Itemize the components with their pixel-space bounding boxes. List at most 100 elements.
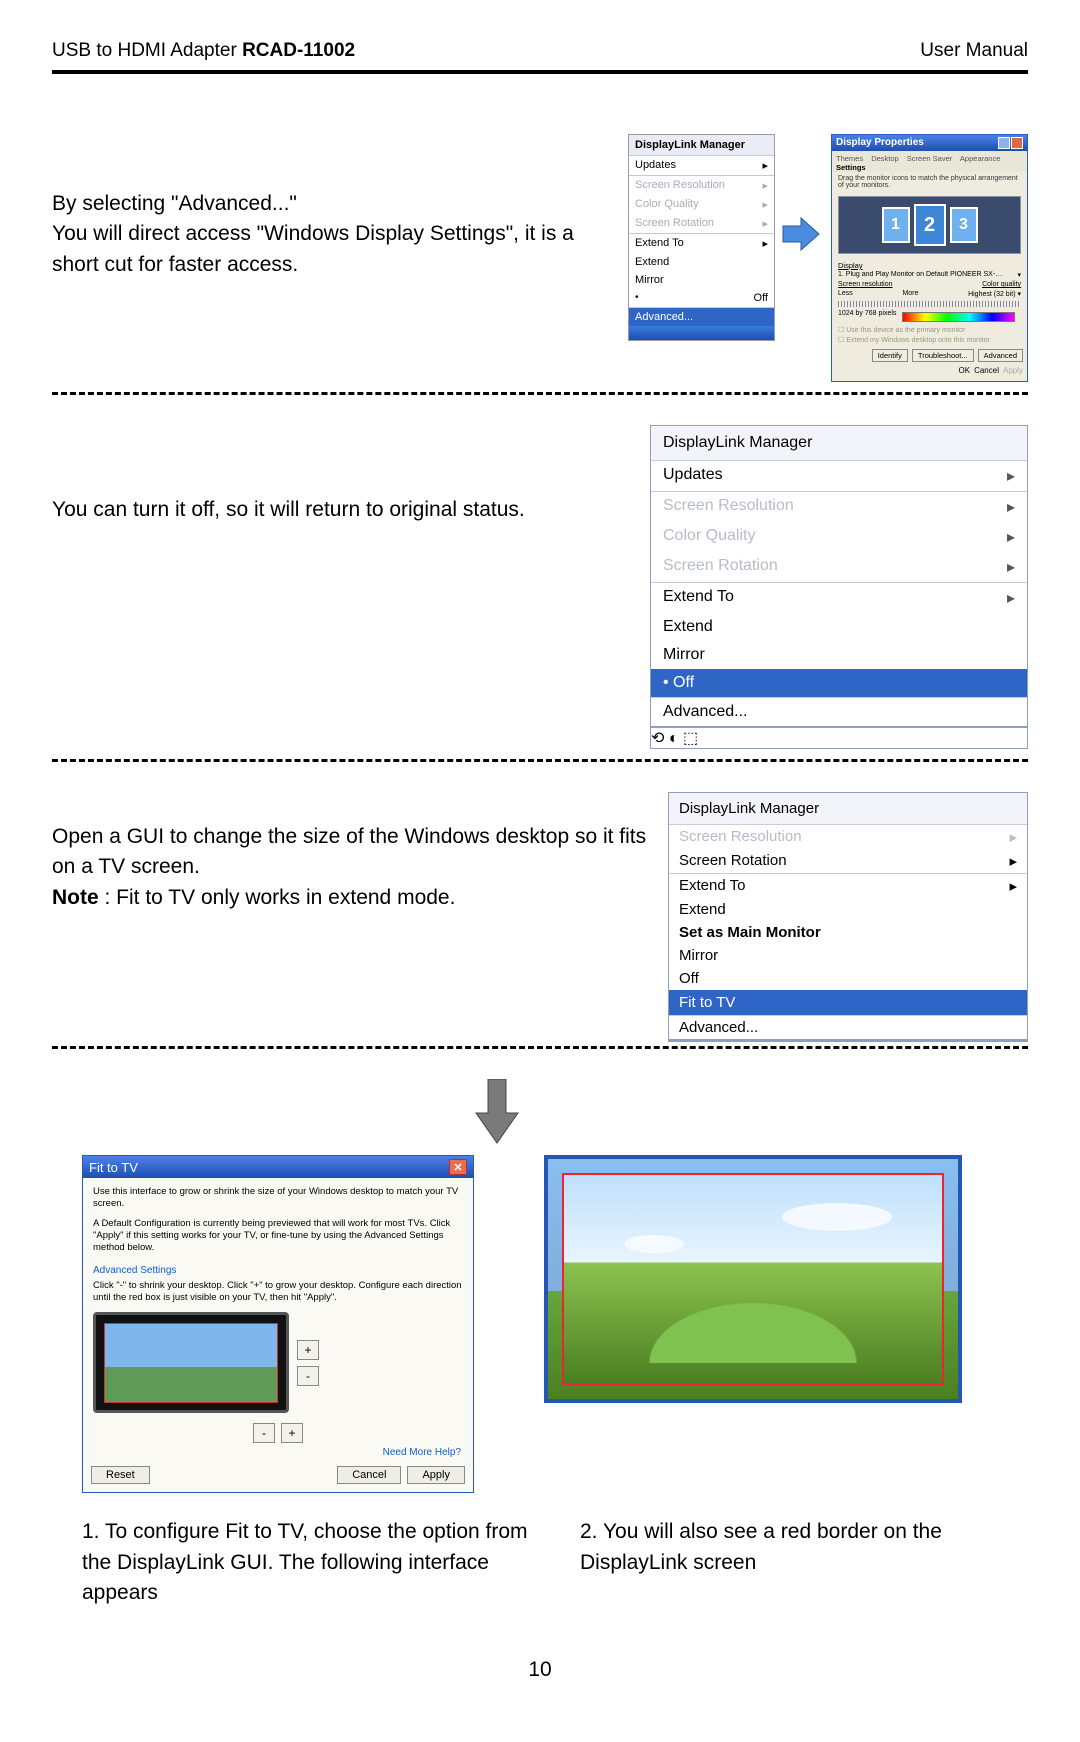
advanced-settings-link[interactable]: Advanced Settings xyxy=(83,1259,473,1278)
tab-desktop[interactable]: Desktop xyxy=(871,154,899,163)
menu-item-updates[interactable]: Updates▸ xyxy=(651,461,1027,491)
cloud-icon xyxy=(782,1203,892,1231)
note-label: Note xyxy=(52,886,99,909)
hill-icon xyxy=(632,1293,874,1363)
tray-icons: ⟲ ◐ ⬚ xyxy=(651,730,698,747)
menu-item-advanced[interactable]: Advanced... xyxy=(651,698,1027,726)
menu-item-off[interactable]: Off xyxy=(669,967,1027,990)
drag-hint: Drag the monitor icons to match the phys… xyxy=(832,172,1027,192)
menu-item-fit-to-tv[interactable]: Fit to TV xyxy=(669,990,1027,1015)
section2-text: You can turn it off, so it will return t… xyxy=(52,495,650,525)
apply-button[interactable]: Apply xyxy=(407,1466,465,1484)
arrow-right-icon xyxy=(781,214,821,254)
menu-item-set-main[interactable]: Set as Main Monitor xyxy=(669,921,1027,944)
menu-title: DisplayLink Manager xyxy=(629,135,774,156)
monitor-arrangement[interactable]: 1 2 3 xyxy=(838,196,1021,254)
chevron-right-icon: ▸ xyxy=(1003,588,1015,608)
displaylink-screen-preview xyxy=(544,1155,962,1403)
separator xyxy=(52,392,1028,395)
menu-item-resolution: Screen Resolution▸ xyxy=(629,176,774,195)
tab-settings[interactable]: Settings xyxy=(836,163,866,172)
menu-item-extend-to[interactable]: Extend To▸ xyxy=(629,234,774,253)
resolution-slider[interactable] xyxy=(838,301,1021,307)
chevron-right-icon: ▸ xyxy=(1003,466,1015,486)
window-titlebar: Display Properties xyxy=(832,135,1027,151)
cancel-button[interactable]: Cancel xyxy=(337,1466,401,1484)
extend-checkbox: ☐ Extend my Windows desktop onto this mo… xyxy=(832,335,1027,345)
menu-title: DisplayLink Manager xyxy=(651,426,1027,461)
caption-2: 2. You will also see a red border on the… xyxy=(580,1517,1028,1608)
taskbar-tray: ⟲ ◐ ⬚ xyxy=(650,727,1028,749)
dialog-titlebar: Fit to TV ✕ xyxy=(83,1156,473,1178)
close-icon[interactable]: ✕ xyxy=(449,1159,467,1175)
reset-button[interactable]: Reset xyxy=(91,1466,150,1484)
tv-preview xyxy=(93,1312,289,1413)
menu-item-resolution: Screen Resolution▸ xyxy=(651,492,1027,522)
menu-item-quality: Color Quality▸ xyxy=(651,522,1027,552)
color-bar xyxy=(902,312,1015,322)
minus-vert-button[interactable]: - xyxy=(297,1366,319,1386)
cancel-button[interactable]: Cancel xyxy=(974,366,999,375)
advanced-button[interactable]: Advanced xyxy=(978,349,1023,362)
red-border xyxy=(562,1173,944,1385)
menu-item-extend-to[interactable]: Extend To▸ xyxy=(669,874,1027,898)
menu-item-extend[interactable]: Extend xyxy=(669,898,1027,921)
page-header: USB to HDMI Adapter RCAD-11002 User Manu… xyxy=(52,40,1028,74)
menu-item-mirror[interactable]: Mirror xyxy=(651,641,1027,669)
product-title: USB to HDMI Adapter RCAD-11002 xyxy=(52,40,355,62)
display-label: Display xyxy=(832,258,1027,270)
separator xyxy=(52,1046,1028,1049)
section1-text: By selecting "Advanced..." You will dire… xyxy=(52,189,622,280)
displaylink-menu-fit: DisplayLink Manager Screen Resolution▸ S… xyxy=(668,792,1028,1040)
menu-item-extend-to[interactable]: Extend To▸ xyxy=(651,583,1027,613)
tab-themes[interactable]: Themes xyxy=(836,154,863,163)
apply-button: Apply xyxy=(1003,366,1023,375)
more-help-link[interactable]: Need More Help? xyxy=(83,1447,473,1462)
identify-button[interactable]: Identify xyxy=(872,349,908,362)
menu-item-rotation: Screen Rotation▸ xyxy=(629,214,774,233)
dialog-adv-hint: Click "-" to shrink your desktop. Click … xyxy=(83,1278,473,1308)
displaylink-menu-small: DisplayLink Manager Updates▸ Screen Reso… xyxy=(628,134,775,341)
tab-screensaver[interactable]: Screen Saver xyxy=(907,154,952,163)
dialog-intro: Use this interface to grow or shrink the… xyxy=(83,1178,473,1218)
menu-title: DisplayLink Manager xyxy=(669,793,1027,825)
separator xyxy=(52,759,1028,762)
menu-item-updates[interactable]: Updates▸ xyxy=(629,156,774,175)
ok-button[interactable]: OK xyxy=(959,366,971,375)
menu-item-mirror[interactable]: Mirror xyxy=(629,271,774,289)
doc-type: User Manual xyxy=(920,40,1028,62)
dialog-intro2: A Default Configuration is currently bei… xyxy=(83,1218,473,1260)
displaylink-menu-large: DisplayLink Manager Updates▸ Screen Reso… xyxy=(650,425,1028,727)
primary-checkbox: ☐ Use this device as the primary monitor xyxy=(832,325,1027,335)
product-model: RCAD-11002 xyxy=(242,40,355,61)
plus-vert-button[interactable]: + xyxy=(297,1340,319,1360)
fit-to-tv-dialog: Fit to TV ✕ Use this interface to grow o… xyxy=(82,1155,474,1493)
tab-appearance[interactable]: Appearance xyxy=(960,154,1000,163)
menu-item-advanced[interactable]: Advanced... xyxy=(669,1016,1027,1039)
taskbar-tray xyxy=(668,1040,1028,1042)
menu-item-advanced[interactable]: Advanced... xyxy=(629,308,774,326)
monitor-3[interactable]: 3 xyxy=(950,207,978,243)
window-buttons-icon[interactable] xyxy=(998,137,1023,149)
display-dropdown[interactable]: 1. Plug and Play Monitor on Default PION… xyxy=(832,270,1027,280)
monitor-1[interactable]: 1 xyxy=(882,207,910,243)
product-prefix: USB to HDMI Adapter xyxy=(52,40,242,61)
menu-item-mirror[interactable]: Mirror xyxy=(669,944,1027,967)
plus-horiz-button[interactable]: + xyxy=(281,1423,303,1443)
quality-dropdown[interactable]: Highest (32 bit) ▾ xyxy=(968,290,1021,298)
menu-item-rotation[interactable]: Screen Rotation▸ xyxy=(669,849,1027,873)
chevron-down-icon: ▾ xyxy=(1017,271,1021,279)
tabs: Themes Desktop Screen Saver Appearance S… xyxy=(832,151,1027,172)
chevron-right-icon: ▸ xyxy=(1009,877,1017,895)
display-properties-window: Display Properties Themes Desktop Screen… xyxy=(831,134,1028,382)
menu-item-off[interactable]: Off xyxy=(651,669,1027,697)
menu-item-off[interactable]: Off xyxy=(629,289,774,307)
menu-item-extend[interactable]: Extend xyxy=(651,613,1027,641)
menu-item-resolution: Screen Resolution▸ xyxy=(669,825,1027,849)
monitor-2[interactable]: 2 xyxy=(914,204,946,246)
troubleshoot-button[interactable]: Troubleshoot... xyxy=(912,349,974,362)
menu-item-extend[interactable]: Extend xyxy=(629,253,774,271)
page-number: 10 xyxy=(52,1658,1028,1682)
minus-horiz-button[interactable]: - xyxy=(253,1423,275,1443)
chevron-right-icon: ▸ xyxy=(1009,852,1017,870)
